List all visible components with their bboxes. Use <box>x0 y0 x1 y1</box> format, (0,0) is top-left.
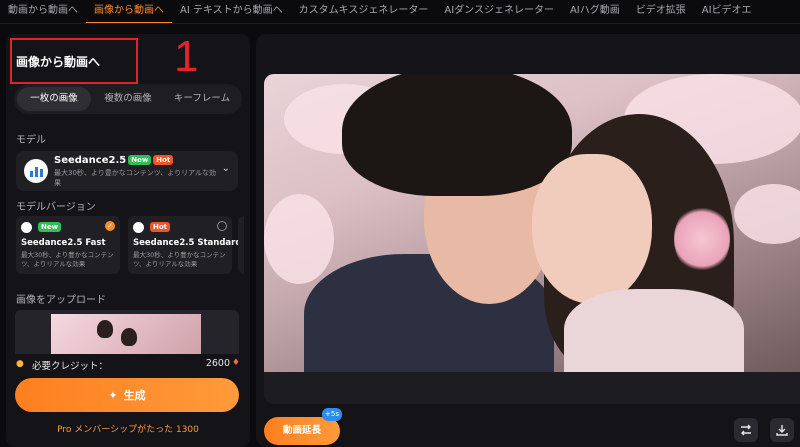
model-section-label: モデル <box>16 135 46 146</box>
tab-video-to-video[interactable]: 動画から動画へ <box>0 0 86 23</box>
generate-button[interactable]: ✦ 生成 <box>15 378 239 412</box>
mode-multiple-images[interactable]: 複数の画像 <box>91 87 165 111</box>
version-list: New ✓ Seedance2.5 Fast 最大30秒、より豊かなコンテンツ、… <box>16 216 244 276</box>
version-name: Seedance2.5 Fast <box>21 238 106 248</box>
version-card-fast[interactable]: New ✓ Seedance2.5 Fast 最大30秒、より豊かなコンテンツ、… <box>16 216 120 274</box>
swap-icon <box>741 424 751 436</box>
credit-value: 2600 <box>205 358 230 369</box>
hot-badge: Hot <box>150 222 171 232</box>
extend-duration-badge: +5s <box>322 408 342 421</box>
model-logo-icon <box>24 159 48 183</box>
new-badge: New <box>38 222 62 232</box>
preview-panel: 動画延長 +5s <box>256 34 800 447</box>
model-logo-icon <box>21 222 32 233</box>
tab-ai-video-edit[interactable]: AIビデオエ <box>694 0 760 23</box>
uploaded-image-thumbnail <box>51 314 201 354</box>
settings-panel: 画像から動画へ 1 一枚の画像 複数の画像 キーフレーム モデル Seedanc… <box>6 34 250 447</box>
model-description: 最大30秒、より豊かなコンテンツ、よりリアルな効果 <box>54 169 216 187</box>
preview-image <box>264 74 800 372</box>
radio-icon <box>217 221 227 231</box>
new-badge: New <box>128 155 152 165</box>
version-card-more[interactable] <box>238 216 244 274</box>
model-logo-icon <box>133 222 144 233</box>
version-section-label: モデルバージョン <box>16 202 96 213</box>
check-icon: ✓ <box>105 221 115 231</box>
chevron-down-icon: ⌄ <box>221 163 230 174</box>
annotation-number: 1 <box>174 34 199 81</box>
tab-video-extend[interactable]: ビデオ拡張 <box>628 0 694 23</box>
coins-icon: ● <box>16 359 24 369</box>
mode-single-image[interactable]: 一枚の画像 <box>17 87 91 111</box>
version-description: 最大30秒、より豊かなコンテンツ、よりリアルな効果 <box>133 251 226 268</box>
credit-row: ● 必要クレジット： 2600 ♦ <box>16 358 240 372</box>
version-description: 最大30秒、より豊かなコンテンツ、よりリアルな効果 <box>21 251 114 268</box>
flame-icon: ♦ <box>231 358 240 368</box>
upload-label: 画像をアップロード <box>16 295 106 306</box>
tab-text-to-video[interactable]: AI テキストから動画へ <box>172 0 291 23</box>
version-name: Seedance2.5 Standard <box>133 238 242 248</box>
tab-kiss-generator[interactable]: カスタムキスジェネレーター <box>291 0 437 23</box>
credit-label: 必要クレジット： <box>32 361 109 372</box>
top-nav: 動画から動画へ 画像から動画へ AI テキストから動画へ カスタムキスジェネレー… <box>0 0 800 24</box>
swap-button[interactable] <box>734 418 758 442</box>
download-button[interactable] <box>770 418 794 442</box>
image-upload-area[interactable] <box>15 310 239 354</box>
mode-switch: 一枚の画像 複数の画像 キーフレーム <box>14 84 242 114</box>
pro-membership-link[interactable]: Pro メンバーシップがたった 1300 <box>6 422 250 435</box>
download-icon <box>776 425 788 436</box>
preview-frame <box>264 74 800 404</box>
mode-keyframe[interactable]: キーフレーム <box>165 87 239 111</box>
model-name: Seedance2.5 New Hot <box>54 155 174 166</box>
tab-hug-video[interactable]: AIハグ動画 <box>562 0 628 23</box>
extend-video-button[interactable]: 動画延長 <box>264 417 340 445</box>
sparkle-icon: ✦ <box>108 388 118 402</box>
version-card-standard[interactable]: Hot Seedance2.5 Standard 最大30秒、より豊かなコンテン… <box>128 216 241 274</box>
tab-dance-generator[interactable]: AIダンスジェネレーター <box>436 0 562 23</box>
model-selector[interactable]: Seedance2.5 New Hot 最大30秒、より豊かなコンテンツ、よりリアル… <box>16 151 238 191</box>
tab-image-to-video[interactable]: 画像から動画へ <box>86 0 172 23</box>
hot-badge: Hot <box>153 155 174 165</box>
panel-title: 画像から動画へ <box>16 55 101 69</box>
